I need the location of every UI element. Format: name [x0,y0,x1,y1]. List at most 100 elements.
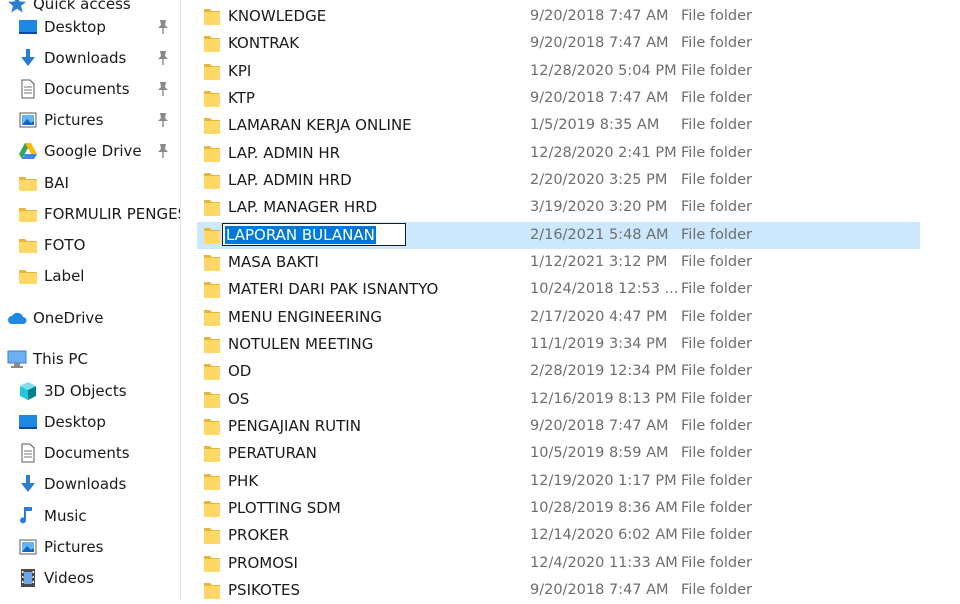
file-date-modified: 12/28/2020 5:04 PM [530,62,677,79]
file-row[interactable]: KNOWLEDGE 9/20/2018 7:47 AM File folder [197,3,920,30]
file-row[interactable]: LAP. ADMIN HR 12/28/2020 2:41 PM File fold… [197,140,920,167]
folder-icon [17,203,39,225]
pictures-icon [17,109,39,131]
file-type: File folder [681,199,752,216]
navigation-pane[interactable]: Quick access Desktop Downloads Documents Pic… [0,0,181,600]
file-row[interactable]: PROKER 12/14/2020 6:02 AM File folder [197,522,920,549]
file-row[interactable]: PENGAJIAN RUTIN 9/20/2018 7:47 AM File fol… [197,413,920,440]
nav-item-documents[interactable]: Documents [0,76,180,102]
nav-item-formulir-pengesahan[interactable]: FORMULIR PENGESAHAN [0,201,180,227]
file-name: PLOTTING SDM [228,498,341,517]
file-row[interactable]: LAP. MANAGER HRD 3/19/2020 3:20 PM File fo… [197,194,920,221]
file-row[interactable]: NOTULEN MEETING 11/1/2019 3:34 PM File fol… [197,331,920,358]
nav-item-pictures[interactable]: Pictures [0,107,180,133]
file-type: File folder [681,253,752,270]
nav-item-google-drive[interactable]: Google Drive [0,138,180,164]
file-type: File folder [681,554,752,571]
folder-icon [204,280,220,299]
nav-item-label: Downloads [44,49,127,67]
file-name: PROKER [228,526,290,545]
file-date-modified: 1/5/2019 8:35 AM [530,117,660,134]
cloud-icon [6,307,28,329]
file-row[interactable]: LAP. ADMIN HRD 2/20/2020 3:25 PM File fold… [197,167,920,194]
file-name: PSIKOTES [228,580,300,599]
nav-item-label: Music [44,507,87,525]
computer-icon [6,348,28,370]
folder-icon [17,265,39,287]
file-type: File folder [681,281,752,298]
file-row[interactable]: MENU ENGINEERING 2/17/2020 4:47 PM File fo… [197,304,920,331]
file-row[interactable]: OS 12/16/2019 8:13 PM File folder [197,386,920,413]
nav-item-bai[interactable]: BAI [0,170,180,196]
file-row[interactable]: MATERI DARI PAK ISNANTYO 10/24/2018 12:53… [197,276,920,303]
folder-icon [204,198,220,217]
pin-icon[interactable] [156,143,170,159]
nav-item-label: Google Drive [44,142,142,160]
file-date-modified: 12/28/2020 2:41 PM [530,144,677,161]
document-icon [17,78,39,100]
file-row[interactable]: KPI 12/28/2020 5:04 PM File folder [197,58,920,85]
nav-item-foto[interactable]: FOTO [0,232,180,258]
file-row[interactable]: PERATURAN 10/5/2019 8:59 AM File folder [197,440,920,467]
file-row[interactable]: PLOTTING SDM 10/28/2019 8:36 AM File folde… [197,495,920,522]
pin-icon[interactable] [156,19,170,35]
nav-item-3d-objects[interactable]: 3D Objects [0,378,180,404]
file-type: File folder [681,8,752,24]
file-name: OS [228,389,250,408]
download-icon [17,473,39,495]
file-row[interactable]: KONTRAK 9/20/2018 7:47 AM File folder [197,30,920,57]
file-date-modified: 2/16/2021 5:48 AM [530,226,669,243]
google-drive-icon [17,140,39,162]
file-name: PENGAJIAN RUTIN [228,416,361,435]
nav-item-label[interactable]: Label [0,263,180,289]
pin-icon[interactable] [156,81,170,97]
file-row[interactable]: PROMOSI 12/4/2020 11:33 AM File folder [197,550,920,577]
file-list[interactable]: KNOWLEDGE 9/20/2018 7:47 AM File folder KON… [197,0,921,600]
file-name: MENU ENGINEERING [228,307,382,326]
nav-item-music[interactable]: Music [0,503,180,529]
nav-item-label: Documents [44,444,130,462]
file-name: OD [228,362,252,381]
nav-item-label: FOTO [44,236,86,254]
file-name: NOTULEN MEETING [228,334,374,353]
file-name: MASA BAKTI [228,252,319,271]
file-name: KONTRAK [228,34,300,53]
nav-item-label: Documents [44,80,130,98]
file-date-modified: 12/19/2020 1:17 PM [530,472,677,489]
pin-icon[interactable] [156,50,170,66]
nav-item-desktop[interactable]: Desktop [0,14,180,40]
rename-input[interactable]: LAPORAN BULANAN [222,222,406,246]
file-name: PERATURAN [228,444,317,463]
file-date-modified: 9/20/2018 7:47 AM [530,581,669,598]
desktop-icon [17,16,39,38]
file-type: File folder [681,363,752,380]
file-row[interactable]: PHK 12/19/2020 1:17 PM File folder [197,468,920,495]
file-name: PHK [228,471,259,490]
file-row[interactable]: LAMARAN KERJA ONLINE 1/5/2019 8:35 AM File… [197,112,920,139]
file-date-modified: 9/20/2018 7:47 AM [530,417,669,434]
cube-icon [17,380,39,402]
file-name: KTP [228,88,255,107]
file-type: File folder [681,171,752,188]
document-icon [17,442,39,464]
nav-item-documents[interactable]: Documents [0,440,180,466]
file-type: File folder [681,527,752,544]
nav-item-label: BAI [44,174,69,192]
file-type: File folder [681,144,752,161]
file-row[interactable]: KTP 9/20/2018 7:47 AM File folder [197,85,920,112]
nav-item-downloads[interactable]: Downloads [0,45,180,71]
file-row[interactable]: MASA BAKTI 1/12/2021 3:12 PM File folder [197,249,920,276]
nav-item-this-pc[interactable]: This PC [0,346,180,372]
nav-item-pictures[interactable]: Pictures [0,534,180,560]
file-date-modified: 12/4/2020 11:33 AM [530,554,678,571]
file-row[interactable]: OD 2/28/2019 12:34 PM File folder [197,358,920,385]
nav-item-videos[interactable]: Videos [0,565,180,591]
nav-item-onedrive[interactable]: OneDrive [0,305,180,331]
pin-icon[interactable] [156,112,170,128]
nav-item-desktop[interactable]: Desktop [0,409,180,435]
nav-item-downloads[interactable]: Downloads [0,471,180,497]
folder-icon [204,253,220,271]
file-type: File folder [681,499,752,516]
file-row[interactable]: LAPORAN BULANAN 2/16/2021 5:48 AM File fol… [197,221,920,249]
file-name: LAP. ADMIN HRD [228,170,352,189]
